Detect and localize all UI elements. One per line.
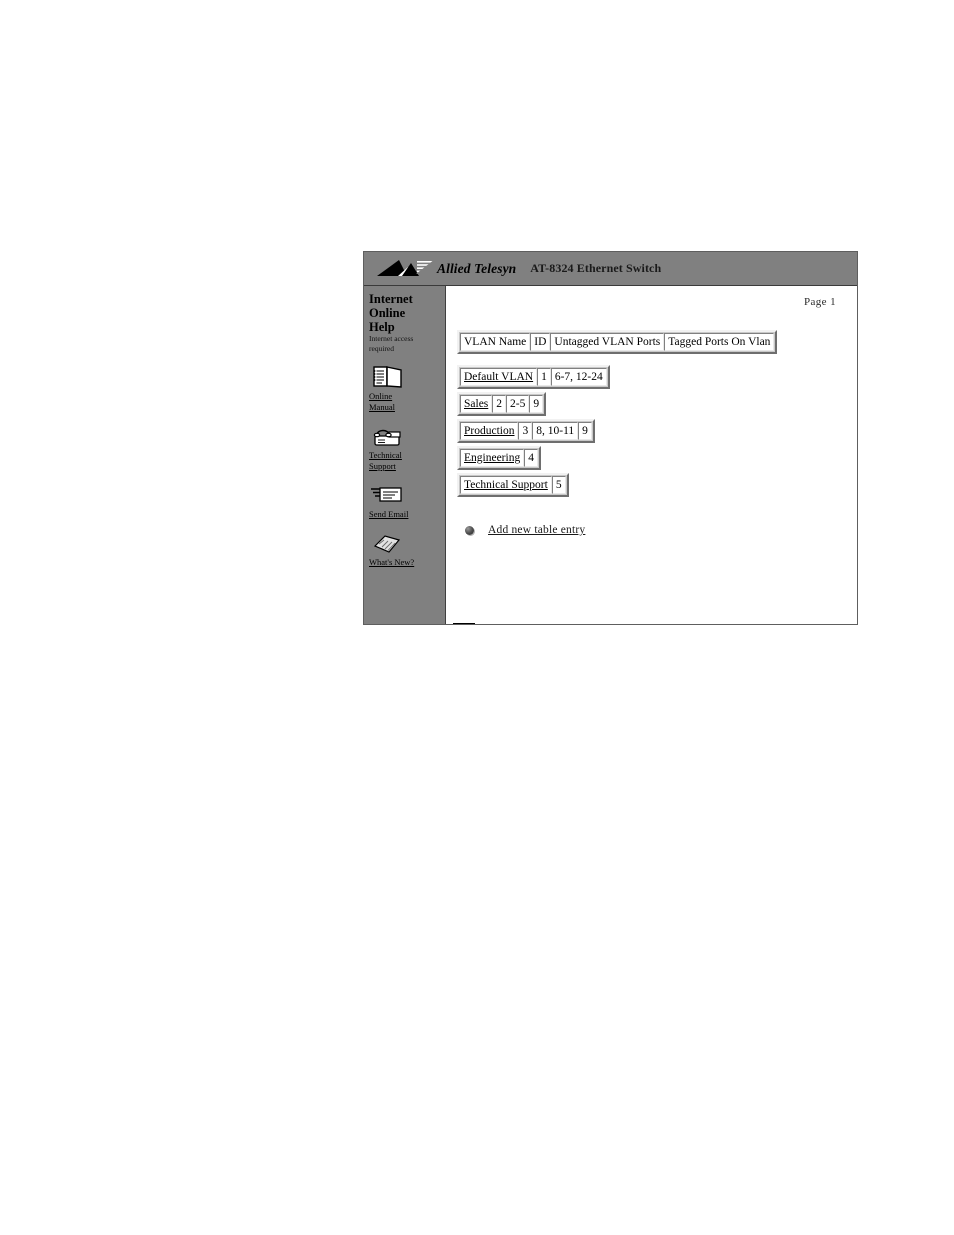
vlan-name-link[interactable]: Technical Support: [460, 476, 552, 494]
vlan-tagged-cell: 9: [529, 395, 544, 413]
menu-list-icon[interactable]: [453, 622, 475, 624]
sidebar-heading-line-2: Online: [369, 306, 406, 320]
brand-name: Allied Telesyn: [437, 260, 517, 276]
device-web-interface-window: Allied Telesyn AT-8324 Ethernet Switch I…: [363, 251, 858, 625]
sidebar-item-technical-support-label-1[interactable]: Technical: [369, 450, 441, 461]
sidebar-subtext-line-2: required: [369, 344, 394, 353]
sidebar-item-technical-support[interactable]: Technical Support: [369, 424, 441, 472]
table-row: Engineering 4: [457, 446, 541, 470]
vlan-name-link[interactable]: Sales: [460, 395, 493, 413]
vlan-untagged-cell: 2-5: [506, 395, 530, 413]
vlan-tagged-cell: 9: [578, 422, 592, 440]
vlan-name-link[interactable]: Default VLAN: [460, 368, 538, 386]
return-to-main-menu[interactable]: Return to Main Menu: [453, 622, 522, 624]
open-book-icon: [371, 365, 405, 391]
vlan-table-header: VLAN Name ID Untagged VLAN Ports Tagged …: [457, 330, 778, 354]
vlan-rows: Default VLAN 1 6-7, 12-24 Sales 2 2-5 9: [457, 365, 610, 500]
page-root: Allied Telesyn AT-8324 Ethernet Switch I…: [0, 0, 954, 1235]
table-row: Default VLAN 1 6-7, 12-24: [457, 365, 610, 389]
table-row: Technical Support 5: [457, 473, 569, 497]
sidebar-heading: Internet Online Help Internet access req…: [369, 292, 445, 354]
table-header-tagged-ports: Tagged Ports On Vlan: [664, 333, 775, 351]
content-pane: Page 1 VLAN Name ID Untagged VLAN Ports …: [447, 286, 857, 624]
sidebar-item-online-manual[interactable]: Online Manual: [369, 365, 441, 413]
titlebar: Allied Telesyn AT-8324 Ethernet Switch: [364, 252, 857, 286]
vlan-name-link[interactable]: Engineering: [460, 449, 525, 467]
table-row: Production 3 8, 10-11 9: [457, 419, 595, 443]
table-header-id: ID: [530, 333, 551, 351]
sidebar-subtext-line-1: Internet access: [369, 334, 414, 343]
table-row: Sales 2 2-5 9: [457, 392, 547, 416]
sidebar-item-send-email-label[interactable]: Send Email: [369, 509, 441, 520]
vlan-untagged-cell: 6-7, 12-24: [550, 368, 607, 386]
add-new-table-entry-row[interactable]: Add new table entry: [465, 524, 585, 536]
allied-telesyn-logo-icon: [377, 258, 435, 279]
bullet-icon: [465, 525, 474, 535]
vlan-id-cell: 5: [551, 476, 566, 494]
page-indicator: Page 1: [803, 296, 836, 308]
vlan-id-cell: 2: [492, 395, 507, 413]
vlan-untagged-cell: 8, 10-11: [532, 422, 579, 440]
envelope-mail-icon: [371, 483, 405, 509]
table-header-vlan-name: VLAN Name: [460, 333, 531, 351]
sidebar-item-online-manual-label-2[interactable]: Manual: [369, 402, 441, 413]
device-model-label: AT-8324 Ethernet Switch: [530, 261, 662, 275]
sparkle-new-icon: [371, 531, 405, 557]
vlan-name-link[interactable]: Production: [460, 422, 519, 440]
sidebar-item-whats-new[interactable]: What's New?: [369, 531, 441, 568]
sidebar-heading-line-1: Internet: [369, 292, 413, 306]
vlan-id-cell: 4: [524, 449, 538, 467]
vlan-id-cell: 1: [537, 368, 551, 386]
table-header-row: VLAN Name ID Untagged VLAN Ports Tagged …: [460, 333, 775, 351]
add-new-table-entry-link[interactable]: Add new table entry: [488, 524, 585, 536]
sidebar-item-send-email[interactable]: Send Email: [369, 483, 441, 520]
fax-machine-icon: [371, 424, 405, 450]
sidebar-heading-line-3: Help: [369, 320, 395, 334]
table-header-untagged-ports: Untagged VLAN Ports: [550, 333, 665, 351]
sidebar: Internet Online Help Internet access req…: [364, 286, 446, 624]
sidebar-item-whats-new-label[interactable]: What's New?: [369, 557, 441, 568]
sidebar-item-technical-support-label-2[interactable]: Support: [369, 461, 441, 472]
vlan-id-cell: 3: [518, 422, 533, 440]
sidebar-item-online-manual-label-1[interactable]: Online: [369, 391, 441, 402]
return-arrow-icon[interactable]: [477, 623, 495, 625]
